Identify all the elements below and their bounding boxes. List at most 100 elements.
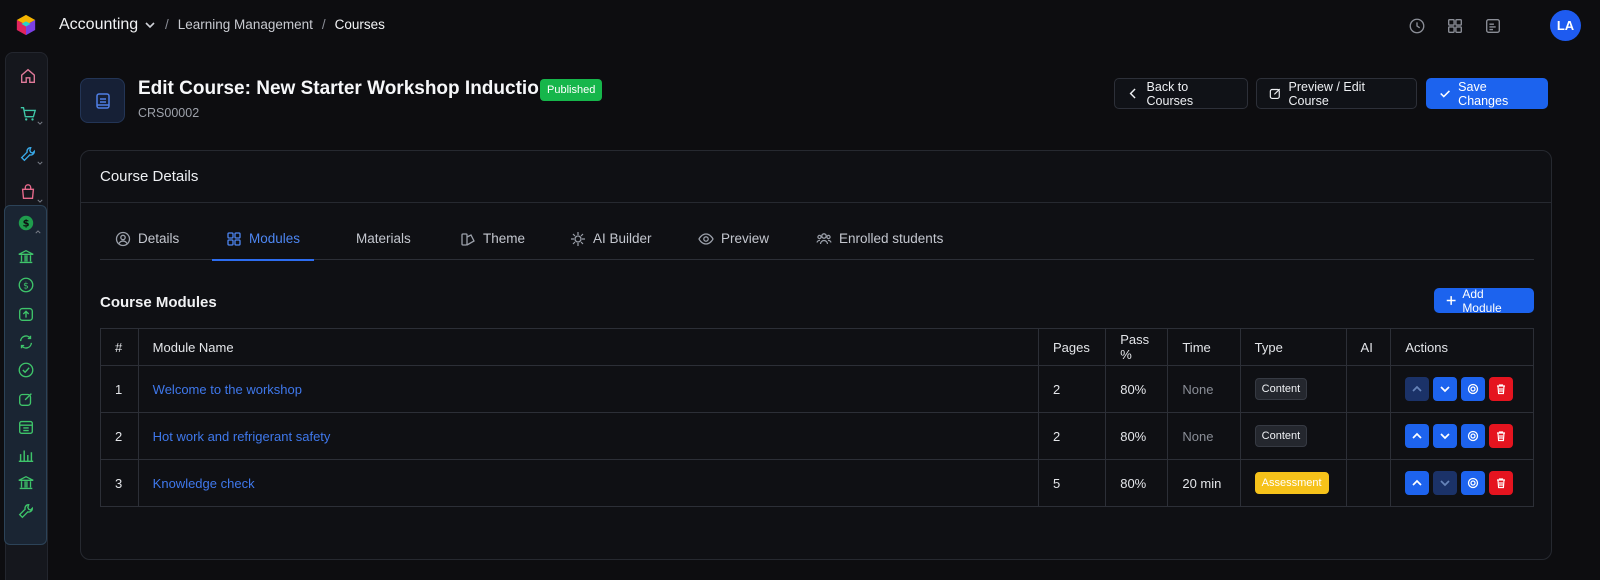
svg-text:$: $ xyxy=(22,219,29,230)
chevron-down-icon xyxy=(1440,386,1450,393)
apps-grid-icon[interactable] xyxy=(1446,17,1464,35)
bank-icon xyxy=(17,475,34,490)
move-up-button[interactable] xyxy=(1405,471,1430,495)
course-details-card: Course Details Details Modules Materials… xyxy=(80,150,1552,560)
trash-icon xyxy=(1497,431,1506,442)
module-name-link[interactable]: Welcome to the workshop xyxy=(153,382,302,397)
wrench-icon xyxy=(18,504,33,519)
ai-icon xyxy=(571,231,585,246)
ai-generate-button[interactable] xyxy=(1461,471,1486,495)
column-header: Actions xyxy=(1390,328,1534,366)
time-cell: None xyxy=(1167,365,1241,413)
bank-icon xyxy=(17,249,34,264)
column-header: # xyxy=(100,328,139,366)
home-icon xyxy=(20,68,35,83)
add-module-button[interactable]: Add Module xyxy=(1434,286,1534,315)
chevron-up-icon xyxy=(35,230,41,234)
chevron-up-icon xyxy=(1412,385,1422,392)
rail-item-tools[interactable] xyxy=(6,137,49,171)
rail-item-accounting[interactable]: $ xyxy=(4,206,47,240)
preview-edit-course-button[interactable]: Preview / Edit Course xyxy=(1256,78,1417,109)
palette-icon xyxy=(461,232,475,246)
grid-icon xyxy=(227,231,241,246)
dollar-circle-icon: $ xyxy=(18,215,33,231)
course-code: CRS00002 xyxy=(138,106,200,120)
pass-cell: 80% xyxy=(1105,365,1169,413)
move-down-button[interactable] xyxy=(1433,377,1458,401)
users-icon xyxy=(816,232,832,244)
tab-modules[interactable]: Modules xyxy=(211,217,315,261)
course-icon xyxy=(80,78,125,123)
delete-button[interactable] xyxy=(1489,424,1514,448)
ai-cell xyxy=(1345,365,1392,413)
chevron-up-icon xyxy=(1412,432,1422,439)
table-header-row: # Module Name Pages Pass % Time Type AI … xyxy=(100,328,1534,366)
time-cell: None xyxy=(1167,412,1241,460)
row-actions xyxy=(1405,377,1519,401)
row-number: 2 xyxy=(100,412,139,460)
wrench-icon xyxy=(20,147,35,162)
breadcrumb-learning-management[interactable]: Learning Management xyxy=(178,17,313,32)
page-title: Edit Course: New Starter Workshop Induct… xyxy=(138,78,551,99)
tab-enrolled-students[interactable]: Enrolled students xyxy=(816,217,943,260)
notes-icon[interactable] xyxy=(1484,17,1502,35)
chevron-down-icon xyxy=(37,121,43,125)
back-to-courses-button[interactable]: Back to Courses xyxy=(1114,78,1248,109)
column-header: Pass % xyxy=(1105,328,1169,366)
ai-generate-button[interactable] xyxy=(1461,377,1486,401)
chevron-down-icon xyxy=(37,199,43,203)
column-header: Pages xyxy=(1037,328,1107,366)
rail-item-sales[interactable] xyxy=(6,97,49,131)
add-module-label: Add Module xyxy=(1462,286,1502,315)
rail-item-settings[interactable] xyxy=(4,494,47,528)
app-switcher[interactable]: Accounting xyxy=(59,16,156,34)
module-name-link[interactable]: Knowledge check xyxy=(153,476,255,491)
chevron-down-icon xyxy=(37,161,43,165)
ai-generate-button[interactable] xyxy=(1461,424,1486,448)
rail-item-shop[interactable] xyxy=(6,175,49,209)
delete-button[interactable] xyxy=(1489,471,1514,495)
pass-cell: 80% xyxy=(1105,459,1169,507)
module-name-link[interactable]: Hot work and refrigerant safety xyxy=(153,429,331,444)
move-down-button[interactable] xyxy=(1433,471,1458,495)
app-logo-icon[interactable] xyxy=(15,14,37,36)
tab-details[interactable]: Details xyxy=(115,217,179,260)
book-icon xyxy=(95,92,110,109)
preview-edit-course-label: Preview / Edit Course xyxy=(1288,79,1365,108)
history-icon[interactable] xyxy=(1408,17,1426,35)
eye-icon xyxy=(698,232,714,245)
dollar-icon: $ xyxy=(18,277,33,293)
chevron-up-icon xyxy=(1412,479,1422,486)
tab-theme[interactable]: Theme xyxy=(460,217,525,260)
shopping-bag-icon xyxy=(21,184,34,199)
move-up-button[interactable] xyxy=(1405,424,1430,448)
row-actions xyxy=(1405,471,1519,495)
calendar-icon xyxy=(18,420,33,434)
bar-chart-icon xyxy=(18,450,33,463)
column-header: AI xyxy=(1345,328,1392,366)
move-up-button[interactable] xyxy=(1405,377,1430,401)
column-header: Time xyxy=(1167,328,1241,366)
ai-cell xyxy=(1345,412,1392,460)
move-down-button[interactable] xyxy=(1433,424,1458,448)
tab-materials[interactable]: Materials xyxy=(356,217,411,260)
time-cell: 20 min xyxy=(1167,459,1241,507)
column-header: Module Name xyxy=(137,328,1040,366)
svg-text:$: $ xyxy=(23,282,29,292)
user-circle-icon xyxy=(115,231,131,246)
table-row: 2 Hot work and refrigerant safety 2 80% … xyxy=(100,412,1534,460)
section-title: Course Modules xyxy=(100,294,217,311)
tab-ai-builder[interactable]: AI Builder xyxy=(570,217,652,260)
delete-button[interactable] xyxy=(1489,377,1514,401)
tab-preview[interactable]: Preview xyxy=(698,217,769,260)
save-changes-button[interactable]: Save Changes xyxy=(1426,78,1548,109)
pages-cell: 5 xyxy=(1037,459,1107,507)
avatar[interactable]: LA xyxy=(1550,10,1581,41)
rail-item-home[interactable] xyxy=(6,59,49,93)
card-title: Course Details xyxy=(100,168,199,185)
upload-icon xyxy=(18,307,33,321)
breadcrumb-courses[interactable]: Courses xyxy=(335,17,385,32)
app-name: Accounting xyxy=(59,16,139,33)
pass-cell: 80% xyxy=(1105,412,1169,460)
top-bar: Accounting / Learning Management / Cours… xyxy=(0,0,1600,52)
